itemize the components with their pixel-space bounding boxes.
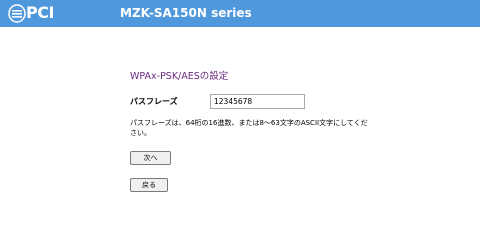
passphrase-input[interactable] <box>210 94 305 109</box>
pci-logo-icon <box>8 4 26 23</box>
page-title: WPAx-PSK/AESの設定 <box>130 71 229 82</box>
passphrase-description: パスフレーズは、64桁の16進数、または8～63文字のASCII文字にしてくださ… <box>130 119 368 137</box>
passphrase-label: パスフレーズ <box>130 97 178 106</box>
brand-logo-text: PCI <box>26 3 54 22</box>
product-name: MZK-SA150N series <box>120 6 252 20</box>
header-bar: PCI MZK-SA150N series <box>0 0 480 27</box>
next-button[interactable]: 次へ <box>130 151 171 165</box>
back-button[interactable]: 戻る <box>130 178 168 192</box>
